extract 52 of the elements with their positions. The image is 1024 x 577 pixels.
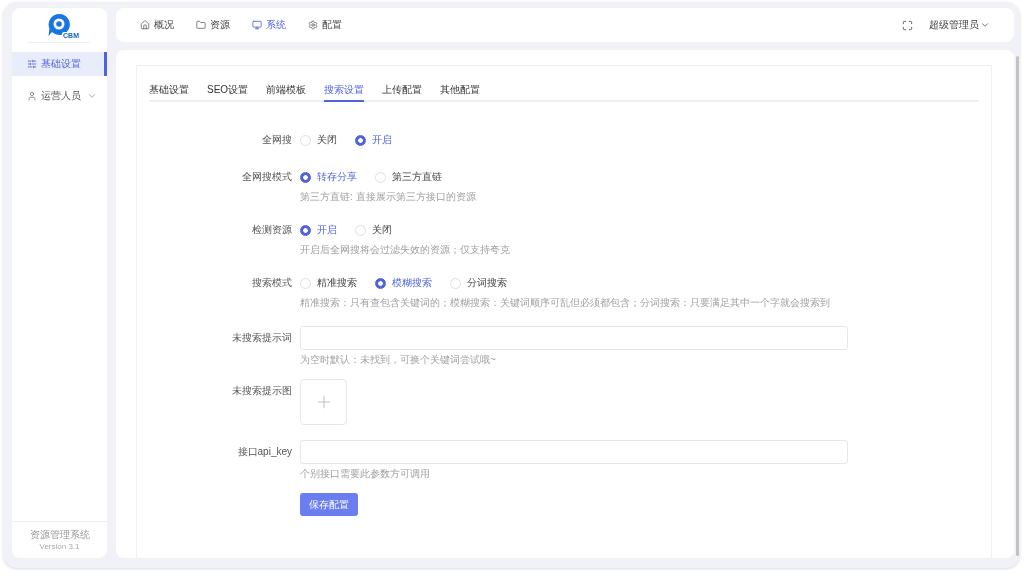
sliders-icon xyxy=(27,59,37,69)
save-button[interactable]: 保存配置 xyxy=(300,493,358,516)
upload-box[interactable] xyxy=(300,379,347,425)
tab[interactable]: 上传配置 xyxy=(382,84,423,102)
scrollbar-thumb[interactable] xyxy=(1016,56,1019,556)
radio-option[interactable]: 分词搜索 xyxy=(450,276,507,290)
tab[interactable]: 搜索设置 xyxy=(324,84,365,102)
monitor-icon xyxy=(252,20,262,30)
tab[interactable]: SEO设置 xyxy=(207,84,249,102)
hint-text: 第三方直链: 直接展示第三方接口的资源 xyxy=(300,190,477,203)
house-icon xyxy=(140,20,150,30)
field-label: 接口api_key xyxy=(236,445,292,459)
radio-option[interactable]: 转存分享 xyxy=(300,170,357,184)
radio-option[interactable]: 精准搜索 xyxy=(300,276,357,290)
field-label: 全网搜 xyxy=(261,133,292,147)
radio-icon[interactable] xyxy=(355,134,366,146)
radio-icon[interactable] xyxy=(300,171,311,183)
app-name: 资源管理系统 xyxy=(29,529,90,541)
field-label: 搜索模式 xyxy=(251,276,292,290)
radio-option[interactable]: 模糊搜索 xyxy=(375,276,432,290)
hint-text: 开启后全网搜将会过滤失效的资源；仅支持夸克 xyxy=(300,243,511,256)
hint-text: 为空时默认：未找到，可换个关键词尝试哦~ xyxy=(300,353,497,366)
radio-icon[interactable] xyxy=(300,224,311,236)
nav-link[interactable]: 配置 xyxy=(308,18,342,32)
field-label: 未搜索提示词 xyxy=(231,331,292,345)
sidebar-item[interactable]: 运营人员 xyxy=(12,84,107,108)
folder-icon xyxy=(196,20,206,30)
tab[interactable]: 基础设置 xyxy=(149,84,189,102)
field-label: 未搜索提示图 xyxy=(231,384,292,398)
version-text: Version 3.1 xyxy=(39,542,80,552)
nav-link[interactable]: 资源 xyxy=(196,18,230,32)
radio-option[interactable]: 开启 xyxy=(300,223,337,237)
radio-icon[interactable] xyxy=(375,277,386,289)
tab[interactable]: 前端模板 xyxy=(266,84,307,102)
field-label: 检测资源 xyxy=(251,223,292,237)
user-icon xyxy=(27,91,37,101)
radio-option[interactable]: 开启 xyxy=(355,133,392,147)
hint-text: 个别接口需要此参数方可调用 xyxy=(300,467,431,480)
user-menu[interactable]: 超级管理员 xyxy=(929,18,990,32)
text-input[interactable] xyxy=(300,326,848,350)
chevron-down-icon xyxy=(980,20,990,30)
radio-option[interactable]: 关闭 xyxy=(355,223,392,237)
field-label: 全网搜模式 xyxy=(241,170,292,184)
sidebar-item[interactable]: 基础设置 xyxy=(12,52,107,76)
text-input[interactable] xyxy=(300,440,848,464)
fullscreen-icon[interactable] xyxy=(902,19,913,31)
nav-link[interactable]: 概况 xyxy=(140,18,174,32)
nav-link[interactable]: 系统 xyxy=(252,18,286,32)
radio-option[interactable]: 关闭 xyxy=(300,133,337,147)
settings-icon xyxy=(308,20,318,30)
radio-option[interactable]: 第三方直链 xyxy=(375,170,442,184)
tab[interactable]: 其他配置 xyxy=(440,84,481,102)
